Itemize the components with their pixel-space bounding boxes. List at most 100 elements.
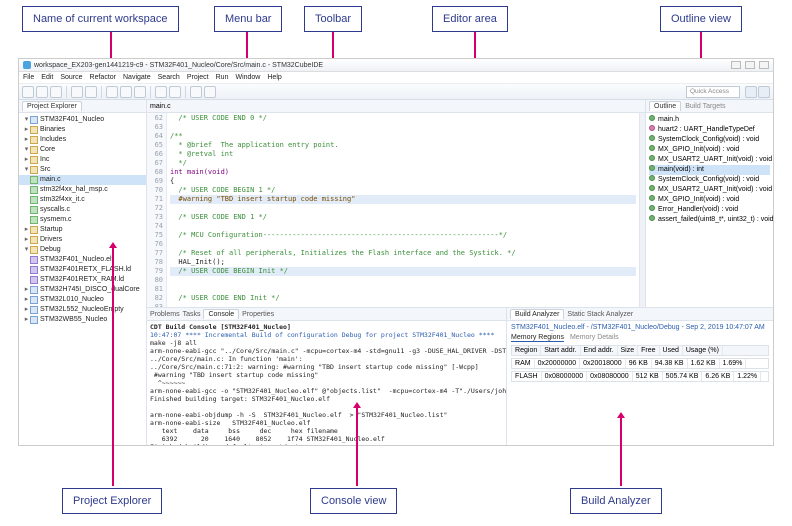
tab-properties[interactable]: Properties xyxy=(242,311,274,318)
title-text: workspace_EX203-gen1441219-c9 - STM32F40… xyxy=(34,62,323,69)
outline-view: Outline Build Targets main.hhuart2 : UAR… xyxy=(645,100,773,307)
editor-tab-main[interactable]: main.c xyxy=(150,103,171,110)
tree-item[interactable]: ▾Src xyxy=(19,165,146,175)
console-output[interactable]: CDT Build Console [STM32F401_Nucleo] 10:… xyxy=(147,321,506,445)
menu-navigate[interactable]: Navigate xyxy=(123,74,151,81)
editor-gutter: 62 63 64 65 66 67 68 69 70 71 72 73 74 7… xyxy=(147,113,167,307)
toolbar: Quick Access xyxy=(19,84,773,100)
build-targets-tab[interactable]: Build Targets xyxy=(685,103,725,110)
subtab-memory-details[interactable]: Memory Details xyxy=(570,334,619,342)
quick-access[interactable]: Quick Access xyxy=(686,86,740,98)
tool-search-icon[interactable] xyxy=(155,86,167,98)
tree-item[interactable]: ▸Inc xyxy=(19,155,146,165)
table-row: FLASH0x080000000x08080000512 KB505.74 KB… xyxy=(511,371,769,382)
close-button[interactable] xyxy=(759,61,769,69)
arrow-console xyxy=(356,406,358,486)
tool-debug-icon[interactable] xyxy=(106,86,118,98)
tree-item[interactable]: sysmem.c xyxy=(19,215,146,225)
app-icon xyxy=(23,61,31,69)
annotation-workspace: Name of current workspace xyxy=(22,6,179,32)
tree-item[interactable]: ▾STM32F401_Nucleo xyxy=(19,115,146,125)
outline-item[interactable]: Error_Handler(void) : void xyxy=(649,205,770,215)
tool-stop-icon[interactable] xyxy=(134,86,146,98)
annotation-toolbar: Toolbar xyxy=(304,6,362,32)
menu-run[interactable]: Run xyxy=(216,74,229,81)
subtab-memory-regions[interactable]: Memory Regions xyxy=(511,334,564,342)
menubar[interactable]: File Edit Source Refactor Navigate Searc… xyxy=(19,72,773,84)
annotation-menubar: Menu bar xyxy=(214,6,282,32)
tree-item[interactable]: ▾Debug xyxy=(19,245,146,255)
tab-console[interactable]: Console xyxy=(203,309,239,319)
tool-new-icon[interactable] xyxy=(22,86,34,98)
tree-item[interactable]: syscalls.c xyxy=(19,205,146,215)
annotation-console: Console view xyxy=(310,488,397,514)
build-analyzer-header: STM32F401_Nucleo.elf - /STM32F401_Nucleo… xyxy=(511,324,769,331)
annotation-editor: Editor area xyxy=(432,6,508,32)
ide-window: workspace_EX203-gen1441219-c9 - STM32F40… xyxy=(18,58,774,446)
tree-item[interactable]: stm32f4xx_hal_msp.c xyxy=(19,185,146,195)
outline-list[interactable]: main.hhuart2 : UART_HandleTypeDefSystemC… xyxy=(646,113,773,307)
tool-hammer-icon[interactable] xyxy=(85,86,97,98)
tool-back-icon[interactable] xyxy=(190,86,202,98)
project-explorer-tab[interactable]: Project Explorer xyxy=(22,101,82,111)
menu-file[interactable]: File xyxy=(23,74,34,81)
build-analyzer-table: RegionStart addr.End addr.SizeFreeUsedUs… xyxy=(511,345,769,382)
editor-tabbar: main.c xyxy=(147,100,645,113)
tree-item[interactable]: ▸Includes xyxy=(19,135,146,145)
maximize-button[interactable] xyxy=(745,61,755,69)
menu-refactor[interactable]: Refactor xyxy=(90,74,116,81)
tree-item[interactable]: ▸STM32L010_Nucleo xyxy=(19,295,146,305)
menu-window[interactable]: Window xyxy=(235,74,260,81)
tool-save-icon[interactable] xyxy=(36,86,48,98)
outline-item[interactable]: assert_failed(uint8_t*, uint32_t) : void xyxy=(649,215,770,225)
tree-item[interactable]: ▸Startup xyxy=(19,225,146,235)
tree-item[interactable]: ▸STM32L552_NucleoEmpty xyxy=(19,305,146,315)
tab-problems[interactable]: Problems xyxy=(150,311,180,318)
perspective-debug-icon[interactable] xyxy=(758,86,770,98)
outline-item[interactable]: MX_GPIO_Init(void) : void xyxy=(649,145,770,155)
outline-item[interactable]: main.h xyxy=(649,115,770,125)
tool-run-icon[interactable] xyxy=(120,86,132,98)
table-row: RAM0x200000000x2001800096 KB94.38 KB1.62… xyxy=(511,358,769,369)
outline-item[interactable]: SystemClock_Config(void) : void xyxy=(649,135,770,145)
annotation-build: Build Analyzer xyxy=(570,488,662,514)
perspective-c-icon[interactable] xyxy=(745,86,757,98)
tool-fwd-icon[interactable] xyxy=(204,86,216,98)
tree-item[interactable]: STM32F401_Nucleo.elf xyxy=(19,255,146,265)
editor-code[interactable]: /* USER CODE END 0 */ /** * @brief The a… xyxy=(167,113,639,307)
tree-item[interactable]: ▸STM32H745I_DISCO_dualCore xyxy=(19,285,146,295)
tree-item[interactable]: STM32F401RETX_FLASH.ld xyxy=(19,265,146,275)
tab-build-analyzer[interactable]: Build Analyzer xyxy=(510,309,564,319)
menu-project[interactable]: Project xyxy=(187,74,209,81)
tree-item[interactable]: ▸Binaries xyxy=(19,125,146,135)
tree-item[interactable]: ▾Core xyxy=(19,145,146,155)
arrow-build xyxy=(620,416,622,486)
tree-item[interactable]: STM32F401RETX_RAM.ld xyxy=(19,275,146,285)
outline-item[interactable]: MX_GPIO_Init(void) : void xyxy=(649,195,770,205)
tool-build-icon[interactable] xyxy=(71,86,83,98)
outline-tab[interactable]: Outline xyxy=(649,101,681,111)
minimize-button[interactable] xyxy=(731,61,741,69)
tree-item[interactable]: ▸STM32WB55_Nucleo xyxy=(19,315,146,325)
menu-help[interactable]: Help xyxy=(267,74,281,81)
outline-item[interactable]: huart2 : UART_HandleTypeDef xyxy=(649,125,770,135)
outline-item[interactable]: main(void) : int xyxy=(649,165,770,175)
annotation-outline: Outline view xyxy=(660,6,742,32)
outline-item[interactable]: MX_USART2_UART_Init(void) : void xyxy=(649,185,770,195)
annotation-explorer: Project Explorer xyxy=(62,488,162,514)
outline-item[interactable]: MX_USART2_UART_Init(void) : void xyxy=(649,155,770,165)
tab-static-stack[interactable]: Static Stack Analyzer xyxy=(567,311,633,318)
menu-source[interactable]: Source xyxy=(60,74,82,81)
project-tree[interactable]: ▾STM32F401_Nucleo▸Binaries▸Includes▾Core… xyxy=(19,113,146,445)
tool-saveall-icon[interactable] xyxy=(50,86,62,98)
editor-area[interactable]: 62 63 64 65 66 67 68 69 70 71 72 73 74 7… xyxy=(147,113,645,307)
tab-tasks[interactable]: Tasks xyxy=(183,311,201,318)
tree-item[interactable]: stm32f4xx_it.c xyxy=(19,195,146,205)
menu-edit[interactable]: Edit xyxy=(41,74,53,81)
menu-search[interactable]: Search xyxy=(158,74,180,81)
titlebar: workspace_EX203-gen1441219-c9 - STM32F40… xyxy=(19,59,773,72)
tree-item[interactable]: main.c xyxy=(19,175,146,185)
outline-item[interactable]: SystemClock_Config(void) : void xyxy=(649,175,770,185)
tree-item[interactable]: ▸Drivers xyxy=(19,235,146,245)
tool-open-icon[interactable] xyxy=(169,86,181,98)
